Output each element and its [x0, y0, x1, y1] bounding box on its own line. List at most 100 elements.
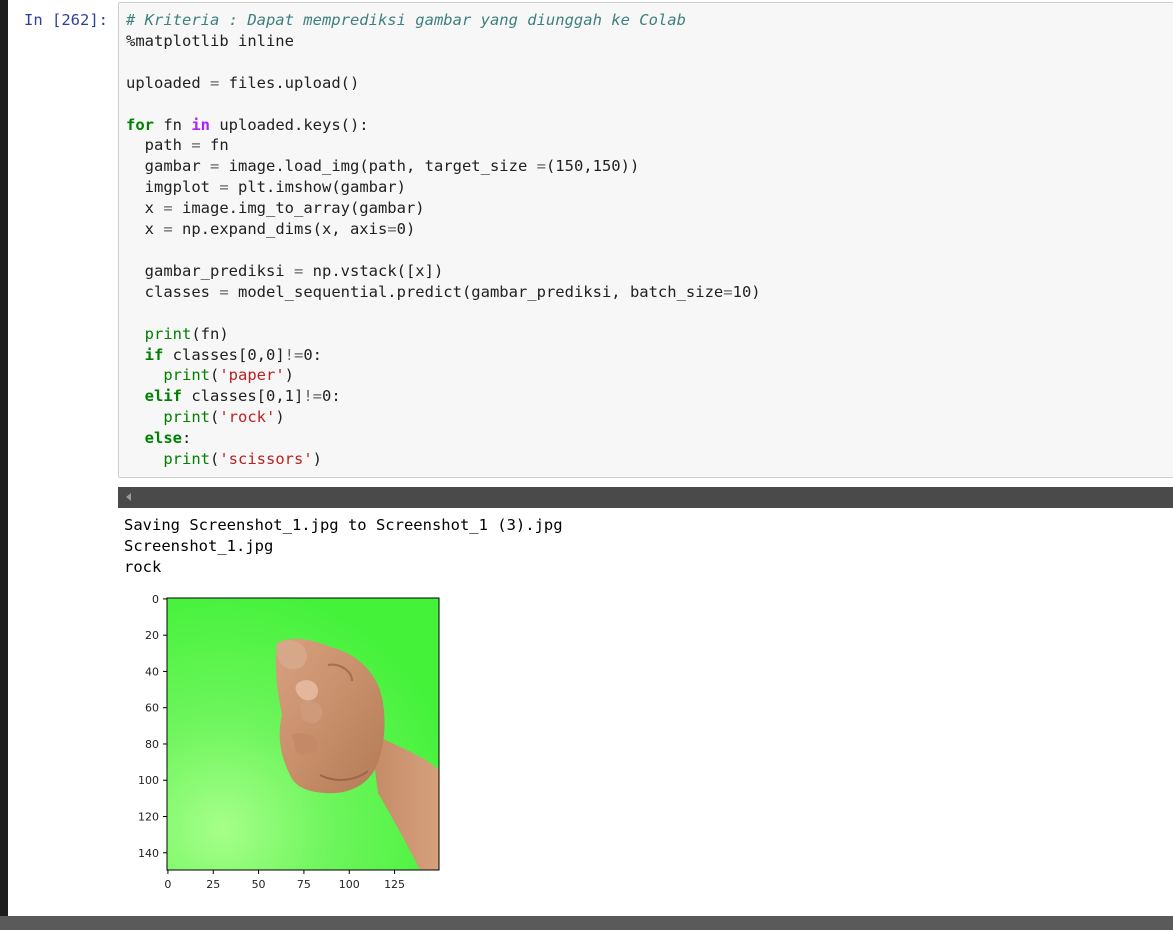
- code-token: =: [163, 199, 173, 218]
- code-line: gambar_prediksi = np.vstack([x]): [126, 261, 444, 280]
- code-token: fn: [200, 136, 229, 155]
- code-token: gambar_prediksi: [126, 261, 294, 280]
- plot-image: [166, 597, 440, 871]
- code-token: =: [293, 261, 304, 280]
- y-tick-label: 100: [138, 774, 159, 787]
- x-tick-label: 50: [252, 878, 266, 891]
- code-token: np.expand_dims(x, axis: [172, 220, 388, 239]
- code-token: elif: [144, 387, 182, 406]
- code-token: =: [536, 157, 546, 176]
- code-line: print('rock'): [126, 408, 284, 427]
- code-token: classes[0,1]: [182, 387, 304, 406]
- y-tick-label: 60: [145, 702, 159, 715]
- code-token: print: [163, 408, 210, 427]
- cell-prompt: In [262]:: [24, 11, 108, 29]
- x-tick-label: 25: [206, 878, 220, 891]
- cell-output: Saving Screenshot_1.jpg to Screenshot_1 …: [124, 515, 563, 578]
- code-token: 0:: [303, 345, 323, 364]
- code-editor[interactable]: # Kriteria : Dapat memprediksi gambar ya…: [126, 10, 761, 470]
- code-token: else: [144, 429, 182, 448]
- code-token: image.load_img(path, target_size: [219, 157, 537, 176]
- code-token: (: [210, 366, 220, 385]
- code-token: print: [163, 366, 210, 385]
- code-token: uploaded.keys():: [210, 115, 369, 134]
- code-token: model_sequential.predict(gambar_prediksi…: [228, 282, 724, 301]
- code-line: print('paper'): [126, 366, 294, 384]
- code-line: classes = model_sequential.predict(gamba…: [126, 283, 761, 301]
- code-line: %matplotlib inline: [126, 32, 294, 50]
- code-token: print: [144, 324, 192, 343]
- code-token: !=: [284, 345, 304, 364]
- bottom-status-bar: [0, 916, 1173, 930]
- code-token: 'scissors': [219, 450, 313, 469]
- code-token: print: [163, 450, 210, 469]
- code-token: =: [191, 136, 201, 155]
- y-tick-label: 80: [145, 738, 159, 751]
- code-token: =: [210, 157, 220, 176]
- code-token: =: [723, 282, 733, 301]
- code-token: classes: [126, 282, 220, 301]
- y-tick-label: 140: [138, 847, 159, 860]
- code-line: print('scissors'): [126, 450, 322, 468]
- code-token: gambar: [126, 157, 210, 176]
- code-token: (fn): [191, 324, 229, 343]
- code-token: :: [182, 429, 192, 448]
- code-token: files.upload(): [219, 73, 360, 92]
- code-line: uploaded = files.upload(): [126, 74, 359, 92]
- code-token: x: [126, 199, 164, 218]
- code-token: path: [126, 136, 192, 155]
- scroll-left-icon[interactable]: [126, 493, 131, 501]
- code-token: classes[0,0]: [163, 345, 285, 364]
- code-token: 0:: [322, 387, 341, 406]
- y-tick-label: 120: [138, 811, 159, 824]
- imshow-plot: 0 20 40 60 80 100 120 140 0 25 50 75 100 125: [138, 593, 440, 891]
- y-tick-label: 0: [152, 593, 159, 606]
- y-axis: 0 20 40 60 80 100 120 140: [138, 593, 167, 860]
- code-token: in: [191, 115, 210, 134]
- code-token: for: [126, 115, 154, 134]
- output-line-prediction: rock: [124, 557, 162, 576]
- code-token: # Kriteria : Dapat memprediksi gambar ya…: [126, 11, 686, 29]
- code-line: path = fn: [126, 136, 229, 154]
- code-token: 'paper': [219, 366, 285, 385]
- left-window-border: [0, 0, 8, 930]
- code-line: x = image.img_to_array(gambar): [126, 199, 425, 217]
- code-line: else:: [126, 429, 192, 448]
- code-token: np.vstack([x]): [303, 261, 444, 280]
- code-token: =: [219, 178, 229, 197]
- code-token: 0): [396, 220, 416, 239]
- x-tick-label: 125: [384, 878, 405, 891]
- code-cell[interactable]: # Kriteria : Dapat memprediksi gambar ya…: [118, 2, 1173, 478]
- code-line: if classes[0,0]!=0:: [126, 346, 322, 364]
- code-token: (: [210, 450, 220, 469]
- code-token: =: [163, 220, 173, 239]
- code-token: =: [210, 73, 220, 92]
- code-token: image.img_to_array(gambar): [172, 199, 425, 218]
- code-token: fn: [154, 115, 192, 134]
- code-token: 10): [732, 282, 761, 301]
- code-line: elif classes[0,1]!=0:: [126, 387, 341, 405]
- x-tick-label: 100: [339, 878, 360, 891]
- code-token: (150,150)): [545, 157, 640, 176]
- code-token: x: [126, 220, 164, 239]
- code-token: imgplot: [126, 178, 220, 197]
- output-line-filename: Screenshot_1.jpg: [124, 536, 274, 555]
- horizontal-scrollbar[interactable]: [118, 487, 1173, 508]
- x-tick-label: 75: [297, 878, 311, 891]
- code-line: gambar = image.load_img(path, target_siz…: [126, 157, 640, 176]
- code-token: (: [210, 408, 220, 427]
- output-line-saving: Saving Screenshot_1.jpg to Screenshot_1 …: [124, 516, 563, 534]
- code-token: 'rock': [219, 408, 276, 427]
- x-tick-label: 0: [164, 878, 171, 891]
- code-line: for fn in uploaded.keys():: [126, 116, 369, 134]
- code-token: ): [312, 450, 323, 469]
- code-token: !=: [303, 387, 322, 406]
- y-tick-label: 20: [145, 629, 159, 642]
- code-token: =: [219, 282, 229, 301]
